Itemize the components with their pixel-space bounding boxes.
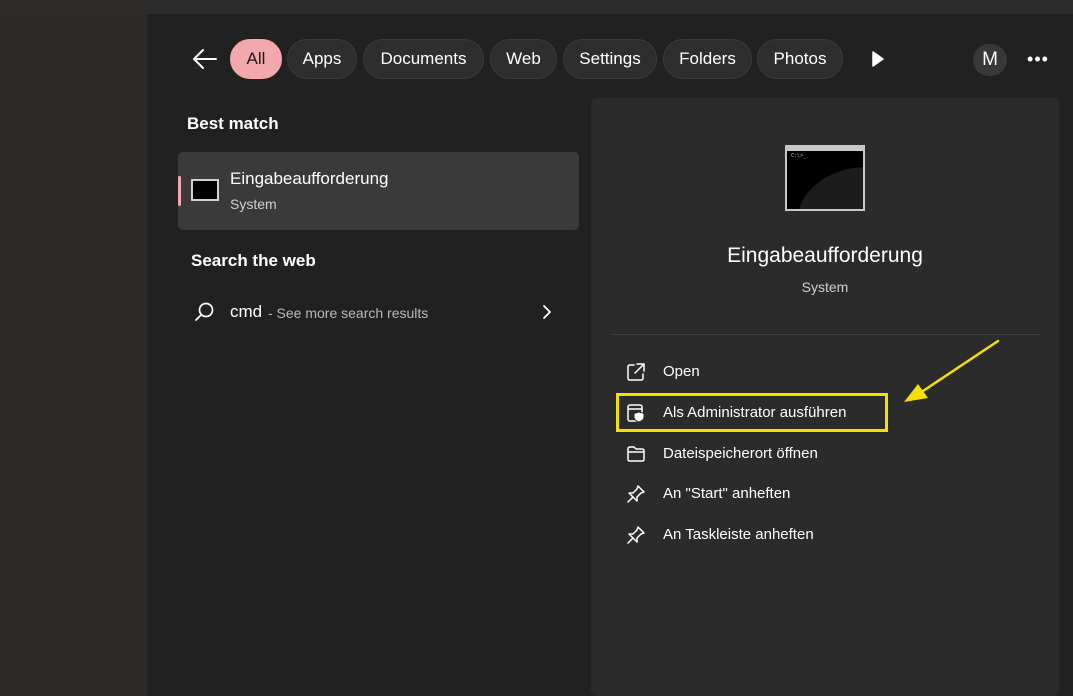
highlight-box <box>616 393 888 432</box>
tab-documents[interactable]: Documents <box>363 39 484 79</box>
tab-apps[interactable]: Apps <box>287 39 357 79</box>
window-top-strip <box>0 0 1073 14</box>
open-external-icon <box>627 363 645 381</box>
best-match-heading: Best match <box>187 114 279 133</box>
action-pin-to-start[interactable]: An "Start" anheften <box>618 476 1038 512</box>
action-open-file-location[interactable]: Dateispeicherort öffnen <box>618 436 1038 472</box>
web-search-result[interactable]: cmd - See more search results <box>178 292 579 334</box>
action-open-label: Open <box>663 363 700 380</box>
account-avatar[interactable]: M <box>973 44 1007 76</box>
tab-folders[interactable]: Folders <box>663 39 752 79</box>
best-match-subtitle: System <box>230 196 277 212</box>
web-query: cmd <box>230 302 263 321</box>
back-button[interactable] <box>190 42 220 76</box>
annotation-arrow-icon <box>904 339 1000 402</box>
action-pin-to-taskbar-label: An Taskleiste anheften <box>663 526 814 543</box>
best-match-result[interactable]: Eingabeaufforderung System <box>178 152 579 230</box>
action-pin-to-taskbar[interactable]: An Taskleiste anheften <box>618 517 1038 553</box>
tab-web[interactable]: Web <box>490 39 557 79</box>
back-arrow-icon <box>193 49 217 69</box>
best-match-title: Eingabeaufforderung <box>230 169 389 188</box>
pin-icon <box>627 526 645 544</box>
pin-icon <box>627 485 645 503</box>
more-filters-button[interactable] <box>864 44 892 74</box>
selection-indicator <box>178 176 181 206</box>
action-open-file-location-label: Dateispeicherort öffnen <box>663 445 818 462</box>
play-icon <box>872 51 884 67</box>
tab-all[interactable]: All <box>230 39 282 79</box>
detail-title: Eingabeaufforderung <box>727 244 923 267</box>
search-icon <box>195 302 214 321</box>
folder-icon <box>627 446 645 462</box>
detail-divider <box>612 334 1040 335</box>
tab-settings[interactable]: Settings <box>563 39 657 79</box>
detail-subtitle: System <box>801 279 849 295</box>
more-options-button[interactable]: ••• <box>1023 44 1053 74</box>
chevron-right-icon <box>543 305 551 319</box>
cmd-app-icon: C:\>_ <box>785 145 865 211</box>
web-query-suffix: - See more search results <box>268 305 429 321</box>
search-web-heading: Search the web <box>191 251 316 270</box>
tab-photos[interactable]: Photos <box>757 39 843 79</box>
cmd-icon <box>191 179 219 201</box>
action-pin-to-start-label: An "Start" anheften <box>663 485 791 502</box>
